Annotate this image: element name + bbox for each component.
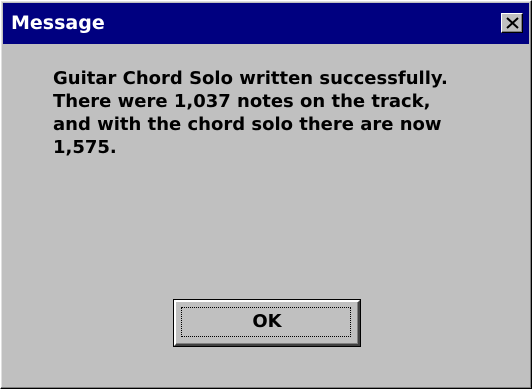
- message-line: and with the chord solo there are now: [53, 114, 442, 135]
- close-button[interactable]: [501, 13, 523, 33]
- message-line: 1,575.: [53, 137, 117, 158]
- ok-button-label: OK: [252, 311, 282, 332]
- ok-button[interactable]: OK: [173, 299, 361, 347]
- message-text: Guitar Chord Solo written successfully. …: [53, 67, 523, 159]
- dialog-title: Message: [11, 12, 105, 34]
- title-bar[interactable]: Message: [3, 3, 529, 44]
- message-dialog: Message Guitar Chord Solo written succes…: [0, 0, 532, 389]
- message-line: Guitar Chord Solo written successfully.: [53, 68, 448, 89]
- message-line: There were 1,037 notes on the track,: [53, 91, 431, 112]
- close-icon: [506, 17, 519, 29]
